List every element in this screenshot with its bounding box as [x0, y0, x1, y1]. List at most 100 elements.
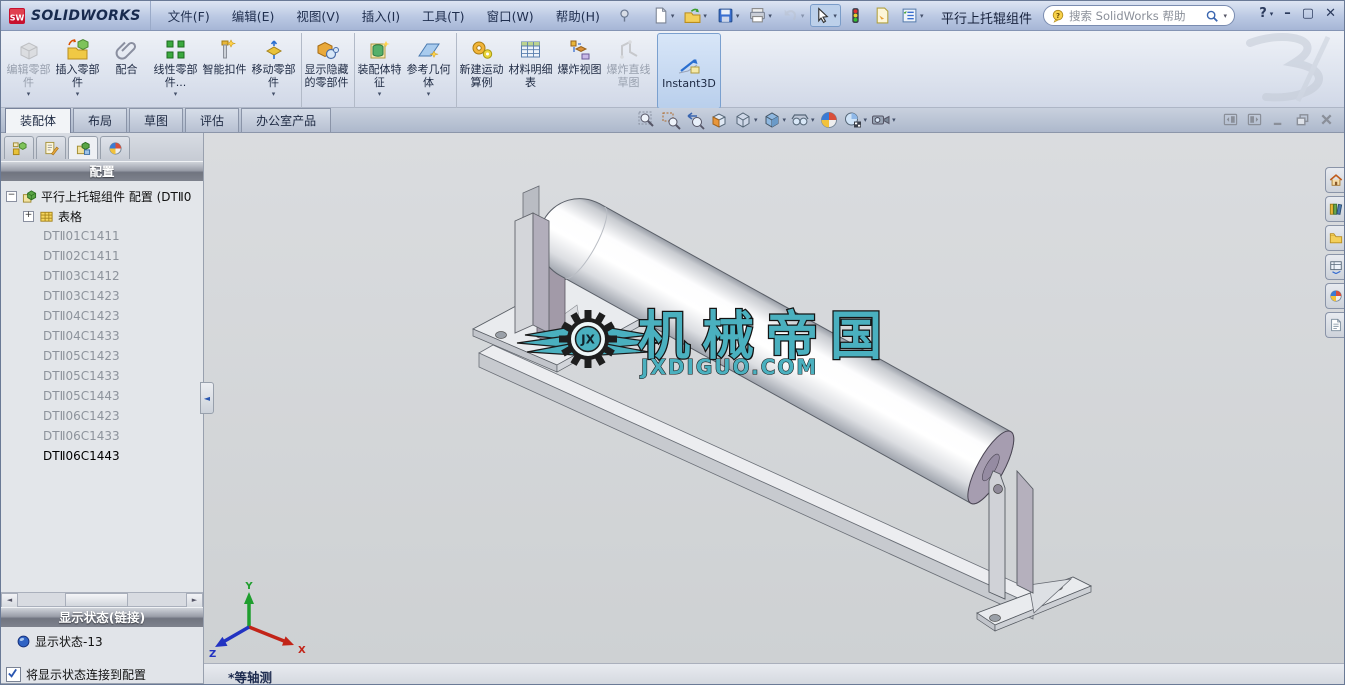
view-tool-button[interactable]: ▾: [762, 110, 787, 130]
command-tab[interactable]: 装配体: [5, 108, 72, 133]
task-pane-tab[interactable]: [1325, 167, 1344, 193]
view-tool-button[interactable]: ▾: [843, 110, 868, 130]
command-tab[interactable]: 布局: [73, 108, 128, 132]
ribbon-button[interactable]: 参考几何体 ▾: [404, 33, 453, 109]
dropdown-caret-icon[interactable]: ▾: [892, 116, 896, 124]
left-bracket-column[interactable]: [514, 212, 550, 334]
ribbon-button[interactable]: 编辑零部件 ▾: [4, 33, 53, 109]
dropdown-caret-icon[interactable]: ▾: [833, 12, 837, 20]
dropdown-caret-icon[interactable]: ▾: [864, 116, 868, 124]
panel-splitter[interactable]: ◄: [200, 382, 214, 414]
configuration-row[interactable]: DTⅡ06C1423: [1, 406, 203, 426]
dropdown-caret-icon[interactable]: ▾: [174, 90, 178, 98]
horizontal-scrollbar[interactable]: ◄ ►: [1, 592, 203, 608]
ribbon-button[interactable]: 插入零部件 ▾: [53, 33, 102, 109]
manager-tab[interactable]: [4, 136, 34, 159]
close-button[interactable]: ✕: [1325, 6, 1336, 21]
configuration-row[interactable]: DTⅡ06C1433: [1, 426, 203, 446]
menu-item[interactable]: 窗口(W): [476, 2, 545, 29]
configuration-root-row[interactable]: − 平行上托辊组件 配置 (DTⅡ0: [1, 186, 203, 206]
pin-icon[interactable]: [617, 8, 632, 23]
ribbon-button[interactable]: 智能扣件 ▾: [200, 33, 249, 109]
quick-access-button[interactable]: ▾: [713, 4, 744, 27]
link-display-states-checkbox[interactable]: [6, 667, 21, 682]
task-pane-tab[interactable]: [1325, 283, 1344, 309]
doc-window-button[interactable]: [1295, 112, 1310, 127]
command-tab[interactable]: 评估: [185, 108, 240, 132]
dropdown-caret-icon[interactable]: ▾: [427, 90, 431, 98]
command-tab[interactable]: 办公室产品: [241, 108, 332, 132]
dropdown-caret-icon[interactable]: ▾: [378, 90, 382, 98]
configuration-row[interactable]: DTⅡ05C1443: [1, 386, 203, 406]
configuration-row[interactable]: DTⅡ05C1433: [1, 366, 203, 386]
dropdown-caret-icon[interactable]: ▾: [671, 12, 675, 20]
ribbon-button[interactable]: 材料明细表 ▾: [506, 33, 555, 109]
manager-tab[interactable]: [36, 136, 66, 159]
ribbon-button[interactable]: 爆炸视图 ▾: [555, 33, 604, 109]
search-icon[interactable]: [1205, 9, 1219, 23]
ribbon-button[interactable]: 配合 ▾: [102, 33, 151, 109]
configuration-row[interactable]: DTⅡ04C1433: [1, 326, 203, 346]
dropdown-caret-icon[interactable]: ▾: [736, 12, 740, 20]
maximize-button[interactable]: ▢: [1302, 6, 1314, 21]
search-dropdown-icon[interactable]: ▾: [1223, 12, 1227, 20]
dropdown-caret-icon[interactable]: ▾: [754, 116, 758, 124]
view-tool-button[interactable]: ▾: [637, 110, 657, 130]
ribbon-button[interactable]: 新建运动算例 ▾: [456, 33, 506, 109]
ribbon-button[interactable]: 装配体特征 ▾: [354, 33, 404, 109]
view-tool-button[interactable]: ▾: [733, 110, 758, 130]
doc-window-button[interactable]: [1319, 112, 1334, 127]
right-bracket[interactable]: [976, 469, 1093, 632]
quick-access-button[interactable]: ▾: [843, 4, 868, 27]
quick-access-button[interactable]: ▾: [810, 4, 841, 27]
view-tool-button[interactable]: ▾: [871, 110, 896, 130]
quick-access-button[interactable]: ▾: [648, 4, 679, 27]
command-tab[interactable]: 草图: [129, 108, 184, 132]
dropdown-caret-icon[interactable]: ▾: [76, 90, 80, 98]
configuration-row[interactable]: DTⅡ03C1423: [1, 286, 203, 306]
task-pane-tab[interactable]: [1325, 196, 1344, 222]
help-search-box[interactable]: ? 搜索 SolidWorks 帮助 ▾: [1043, 5, 1235, 26]
ribbon-button[interactable]: Instant3D ▾: [657, 33, 721, 109]
view-tool-button[interactable]: ▾: [709, 110, 729, 130]
scroll-right-arrow[interactable]: ►: [186, 593, 203, 608]
doc-window-button[interactable]: [1271, 112, 1286, 127]
configuration-row[interactable]: DTⅡ02C1411: [1, 246, 203, 266]
menu-item[interactable]: 插入(I): [351, 2, 411, 29]
configuration-row[interactable]: DTⅡ06C1443: [1, 446, 203, 466]
scrollbar-thumb[interactable]: [65, 593, 128, 607]
ribbon-button[interactable]: 显示隐藏的零部件 ▾: [301, 33, 351, 109]
task-pane-tab[interactable]: [1325, 225, 1344, 251]
manager-tab[interactable]: [100, 136, 130, 159]
doc-window-button[interactable]: [1223, 112, 1238, 127]
dropdown-caret-icon[interactable]: ▾: [783, 116, 787, 124]
menu-item[interactable]: 工具(T): [411, 2, 475, 29]
configuration-row[interactable]: DTⅡ01C1411: [1, 226, 203, 246]
expand-icon[interactable]: +: [23, 210, 34, 222]
task-pane-tab[interactable]: [1325, 312, 1344, 338]
quick-access-button[interactable]: ▾: [745, 4, 776, 27]
menu-item[interactable]: 视图(V): [285, 2, 350, 29]
view-tool-button[interactable]: ▾: [819, 110, 839, 130]
ribbon-button[interactable]: 线性零部件... ▾: [151, 33, 200, 109]
help-dropdown-icon[interactable]: ▾: [1270, 10, 1274, 18]
manager-tab[interactable]: [68, 136, 98, 159]
ribbon-button[interactable]: 移动零部件 ▾: [249, 33, 298, 109]
quick-access-button[interactable]: ▾: [778, 4, 809, 27]
dropdown-caret-icon[interactable]: ▾: [768, 12, 772, 20]
configuration-row[interactable]: DTⅡ04C1423: [1, 306, 203, 326]
minimize-button[interactable]: –: [1284, 6, 1291, 21]
configuration-row[interactable]: DTⅡ05C1423: [1, 346, 203, 366]
view-tool-button[interactable]: ▾: [685, 110, 705, 130]
configuration-row[interactable]: DTⅡ03C1412: [1, 266, 203, 286]
scrollbar-track[interactable]: [18, 593, 186, 607]
dropdown-caret-icon[interactable]: ▾: [27, 90, 31, 98]
menu-item[interactable]: 编辑(E): [221, 2, 286, 29]
scroll-left-arrow[interactable]: ◄: [1, 593, 18, 608]
help-button[interactable]: ?: [1259, 6, 1267, 21]
dropdown-caret-icon[interactable]: ▾: [811, 116, 815, 124]
graphics-area[interactable]: JX 机械帝国 JXDIGUO.COM Y X Z: [204, 133, 1344, 663]
ribbon-button[interactable]: 爆炸直线草图 ▾: [604, 33, 653, 109]
view-tool-button[interactable]: ▾: [790, 110, 815, 130]
design-table-row[interactable]: + 表格: [1, 206, 203, 226]
